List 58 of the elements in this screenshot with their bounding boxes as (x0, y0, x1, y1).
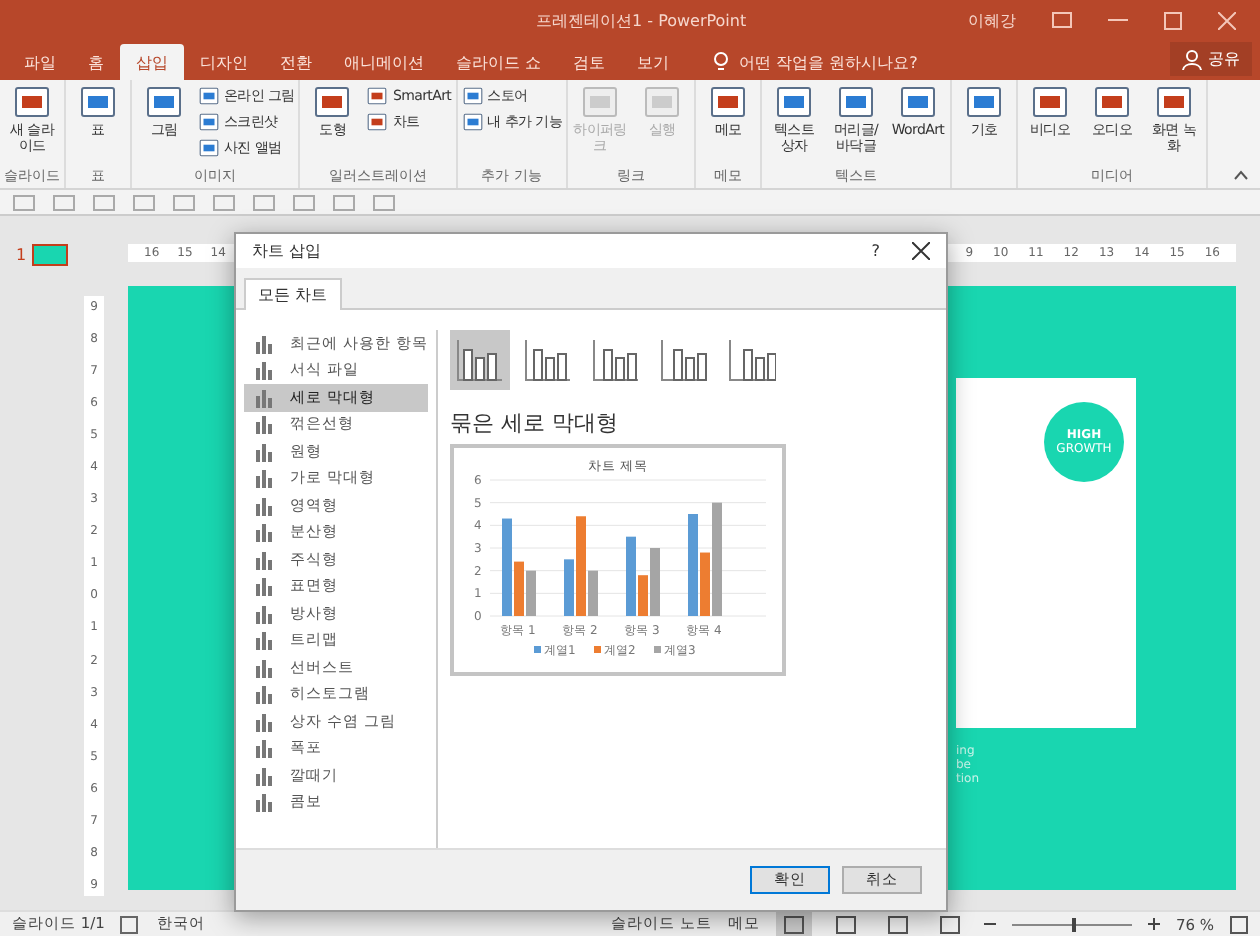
chart-subtype[interactable] (450, 330, 510, 390)
column-chart-icon (592, 338, 640, 382)
lightbulb-icon (713, 52, 728, 72)
chart-type-icon (254, 468, 274, 489)
chart-type-icon (254, 684, 274, 705)
chart-type-icon (254, 387, 274, 408)
close-icon[interactable] (912, 242, 930, 260)
chart-type-icon (254, 549, 274, 570)
chart-type-icon (254, 414, 274, 435)
user-name: 이혜강 (968, 9, 1016, 31)
slide-number: 1 (16, 246, 27, 264)
view-icon (939, 915, 960, 933)
column-chart-icon (456, 338, 504, 382)
view-icon (783, 915, 804, 933)
legend-swatch (534, 646, 541, 653)
collapse-icon[interactable] (1234, 170, 1248, 180)
help-button[interactable]: ? (871, 242, 880, 260)
dialog-title: 차트 삽입 (252, 240, 324, 262)
tell-me-field[interactable]: 어떤 작업을 원하시나요? (735, 51, 1004, 73)
chart-type-icon (254, 792, 274, 813)
ribbon-tab[interactable]: 전환 (264, 44, 328, 80)
chart-type-icon (254, 522, 274, 543)
chart-type-icon (254, 360, 274, 381)
column-chart-icon (660, 338, 708, 382)
chart-type-icon (254, 630, 274, 651)
chart-type-icon (254, 603, 274, 624)
chart-type-icon (254, 657, 274, 678)
chart-type-icon (254, 495, 274, 516)
zoom-out-icon[interactable] (983, 918, 996, 930)
ribbon-tab[interactable]: 삽입 (120, 44, 184, 80)
chart-type-icon (254, 738, 274, 759)
ribbon-tab[interactable]: 보기 (621, 44, 686, 80)
view-button[interactable] (775, 912, 812, 936)
maximize-icon[interactable] (1164, 11, 1182, 29)
legend-swatch (654, 646, 661, 653)
chart-type-icon (254, 711, 274, 732)
ribbon-tab[interactable]: 슬라이드 쇼 (440, 44, 558, 80)
column-chart-icon (524, 338, 572, 382)
ribbon-tab[interactable]: 디자인 (184, 44, 264, 80)
zoom-in-icon[interactable] (1147, 918, 1160, 930)
ribbon-tab[interactable]: 검토 (557, 44, 622, 80)
chart-type-icon (254, 765, 274, 786)
column-chart-icon (728, 338, 776, 382)
ribbon-tab[interactable]: 홈 (72, 44, 120, 80)
chart-type-icon (254, 441, 274, 462)
share-button[interactable]: 공유 (1170, 42, 1252, 76)
dialog-tab[interactable]: 모든 차트 (244, 278, 342, 310)
chart-type-icon (254, 333, 274, 354)
subtype-title: 묶은 세로 막대형 (450, 408, 620, 438)
window-title: 프레젠테이션1 - PowerPoint (536, 9, 747, 31)
ribbon-tab[interactable]: 파일 (8, 44, 72, 80)
legend-swatch (594, 646, 601, 653)
ribbon-tab[interactable]: 애니메이션 (328, 44, 440, 80)
view-icon (835, 915, 856, 933)
person-icon (1182, 49, 1202, 69)
slide-thumbnail[interactable] (32, 244, 69, 266)
view-icon (887, 915, 908, 933)
chart-type-icon (254, 576, 274, 597)
